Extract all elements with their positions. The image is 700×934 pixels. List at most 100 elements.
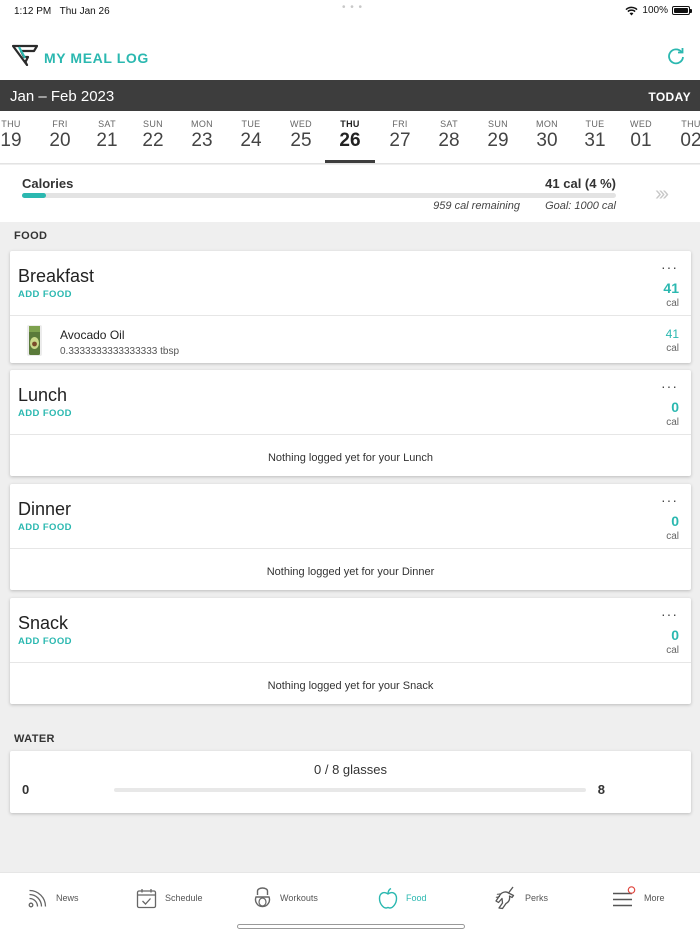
home-indicator[interactable] — [237, 924, 465, 929]
multitasking-dots[interactable]: • • • — [342, 2, 363, 13]
tab-workouts[interactable]: Workouts — [253, 885, 318, 911]
day-02[interactable]: THU 02 — [666, 111, 700, 163]
tab-news[interactable]: News — [28, 885, 79, 911]
battery-icon — [672, 6, 692, 15]
meal-calories-unit: cal — [666, 417, 679, 428]
calories-progress-bar — [22, 193, 616, 198]
meal-card-lunch: Lunch ADD FOOD ··· 0 cal Nothing logged … — [10, 370, 691, 476]
calories-progress-fill — [22, 193, 47, 198]
meal-calories-unit: cal — [666, 645, 679, 656]
food-item-quantity: 0.3333333333333333 tbsp — [60, 346, 180, 357]
meal-card-snack: Snack ADD FOOD ··· 0 cal Nothing logged … — [10, 598, 691, 704]
tab-food[interactable]: Food — [378, 885, 427, 911]
meal-name: Dinner — [18, 499, 72, 519]
calories-label: Calories — [22, 176, 74, 191]
meal-calories: 41 — [663, 280, 679, 296]
tab-label: Workouts — [280, 893, 318, 903]
meal-calories: 0 — [671, 627, 679, 643]
day-20[interactable]: FRI 20 — [35, 111, 85, 163]
water-slider[interactable] — [114, 788, 586, 792]
meal-calories: 0 — [671, 399, 679, 415]
day-31[interactable]: TUE 31 — [570, 111, 620, 163]
apple-icon — [378, 887, 398, 909]
tab-label: News — [56, 893, 79, 903]
refresh-icon[interactable] — [666, 46, 686, 66]
unicorn-icon — [495, 886, 515, 910]
water-max: 8 — [597, 782, 605, 797]
day-22[interactable]: SUN 22 — [128, 111, 178, 163]
food-item-calories-unit: cal — [666, 343, 679, 354]
wifi-icon — [625, 6, 638, 15]
tab-more[interactable]: More — [612, 885, 665, 911]
food-item-name: Avocado Oil — [60, 328, 125, 342]
avocado-oil-thumbnail — [27, 325, 42, 356]
day-27[interactable]: FRI 27 — [375, 111, 425, 163]
food-item[interactable]: Avocado Oil 0.3333333333333333 tbsp 41 c… — [10, 316, 691, 363]
empty-state-text: Nothing logged yet for your Snack — [267, 680, 434, 692]
news-icon — [28, 889, 47, 908]
chevron-right-double-icon[interactable]: ››› — [655, 183, 669, 206]
add-food-button[interactable]: ADD FOOD — [18, 289, 72, 300]
day-23[interactable]: MON 23 — [177, 111, 227, 163]
add-food-button[interactable]: ADD FOOD — [18, 636, 72, 647]
food-item-calories: 41 — [665, 327, 679, 341]
add-food-button[interactable]: ADD FOOD — [18, 408, 72, 419]
week-strip[interactable]: THU 19 FRI 20 SAT 21 SUN 22 MON 23 TUE 24 WED 2… — [0, 111, 700, 164]
meal-calories-unit: cal — [666, 298, 679, 309]
day-25[interactable]: WED 25 — [276, 111, 326, 163]
month-bar: Jan – Feb 2023 TODAY — [0, 80, 700, 111]
meal-card-breakfast: Breakfast ADD FOOD ··· 41 cal Avocado Oi… — [10, 251, 691, 363]
calories-goal: Goal: 1000 cal — [545, 200, 616, 212]
day-21[interactable]: SAT 21 — [82, 111, 132, 163]
more-options-icon[interactable]: ··· — [661, 492, 678, 508]
tab-label: Perks — [525, 893, 549, 903]
day-24[interactable]: TUE 24 — [226, 111, 276, 163]
status-indicators: 100% — [625, 5, 692, 16]
calendar-icon — [136, 888, 157, 908]
today-button[interactable]: TODAY — [648, 90, 691, 104]
tab-schedule[interactable]: Schedule — [136, 885, 203, 911]
tab-label: Schedule — [165, 893, 203, 903]
app-header: MY MEAL LOG — [0, 24, 700, 80]
more-options-icon[interactable]: ··· — [661, 378, 678, 394]
meal-name: Breakfast — [18, 266, 95, 286]
divider — [10, 548, 691, 549]
water-min: 0 — [22, 782, 30, 797]
empty-state-text: Nothing logged yet for your Dinner — [266, 566, 435, 578]
divider — [10, 434, 691, 435]
food-section-title: FOOD — [14, 230, 48, 242]
kettlebell-icon — [254, 887, 271, 908]
day-01[interactable]: WED 01 — [616, 111, 666, 163]
menu-icon — [613, 886, 636, 907]
tab-label: Food — [406, 893, 427, 903]
water-glasses-count: 0 / 8 glasses — [314, 762, 387, 777]
meal-name: Snack — [18, 613, 69, 633]
divider — [10, 662, 691, 663]
meal-calories: 0 — [671, 513, 679, 529]
day-19[interactable]: THU 19 — [0, 111, 36, 163]
day-30[interactable]: MON 30 — [522, 111, 572, 163]
more-options-icon[interactable]: ··· — [661, 259, 678, 275]
tab-perks[interactable]: Perks — [493, 885, 548, 911]
tab-label: More — [644, 893, 665, 903]
status-bar: 1:12 PM Thu Jan 26 • • • 100% — [0, 0, 700, 24]
page-title: MY MEAL LOG — [44, 50, 149, 66]
calories-value: 41 cal (4 %) — [545, 176, 616, 191]
month-range: Jan – Feb 2023 — [10, 88, 115, 105]
battery-percent: 100% — [642, 5, 668, 16]
more-options-icon[interactable]: ··· — [661, 606, 678, 622]
add-food-button[interactable]: ADD FOOD — [18, 522, 72, 533]
empty-state-text: Nothing logged yet for your Lunch — [267, 452, 434, 464]
water-card: 0 / 8 glasses 0 8 — [10, 751, 691, 813]
meal-card-dinner: Dinner ADD FOOD ··· 0 cal Nothing logged… — [10, 484, 691, 590]
day-28[interactable]: SAT 28 — [424, 111, 474, 163]
day-29[interactable]: SUN 29 — [473, 111, 523, 163]
brand-logo-icon — [12, 44, 38, 66]
status-time: 1:12 PM Thu Jan 26 — [14, 6, 110, 17]
calories-summary: Calories 41 cal (4 %) 959 cal remaining … — [0, 165, 700, 222]
meal-name: Lunch — [18, 385, 68, 405]
water-section-title: WATER — [14, 733, 55, 745]
meal-calories-unit: cal — [666, 531, 679, 542]
calories-remaining: 959 cal remaining — [433, 200, 520, 212]
day-26-selected[interactable]: THU 26 — [325, 111, 375, 163]
